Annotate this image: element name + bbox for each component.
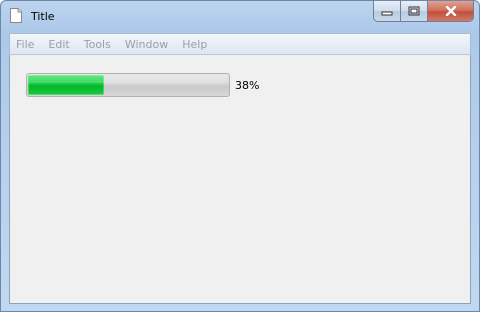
window-title: Title: [31, 10, 55, 23]
close-button[interactable]: [428, 1, 473, 21]
menu-edit[interactable]: Edit: [41, 38, 76, 51]
close-icon: [445, 6, 456, 16]
menu-help[interactable]: Help: [175, 38, 214, 51]
progress-bar: [26, 73, 230, 97]
title-bar[interactable]: Title: [1, 1, 479, 31]
document-icon: [10, 8, 22, 23]
menu-bar: File Edit Tools Window Help: [9, 33, 471, 55]
maximize-icon: [408, 6, 420, 16]
maximize-button[interactable]: [401, 1, 428, 21]
app-window: Title File Edit Tools Window Help 38%: [0, 0, 480, 312]
menu-tools[interactable]: Tools: [77, 38, 118, 51]
progress-percent-label: 38%: [235, 79, 260, 92]
minimize-button[interactable]: [374, 1, 401, 21]
caption-buttons: [373, 1, 474, 22]
minimize-icon: [381, 11, 393, 16]
menu-file[interactable]: File: [10, 38, 41, 51]
menu-window[interactable]: Window: [118, 38, 175, 51]
client-area: 38%: [9, 55, 471, 304]
progress-highlight: [29, 75, 227, 83]
